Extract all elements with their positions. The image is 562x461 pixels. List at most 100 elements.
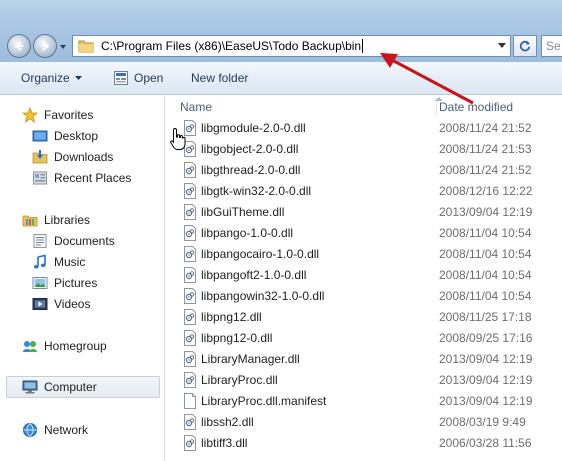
videos-icon [32, 298, 48, 310]
title-bar: C:\Program Files (x86)\EaseUS\Todo Backu… [0, 0, 562, 62]
nav-network[interactable]: Network [22, 420, 88, 440]
file-row[interactable]: libpango-1.0-0.dll 2008/11/04 10:54 [166, 223, 562, 244]
dll-file-icon [184, 435, 196, 451]
file-name: LibraryProc.dll.manifest [201, 394, 327, 408]
dll-file-icon [184, 267, 196, 283]
file-date-modified: 2008/11/25 17:18 [439, 310, 532, 324]
file-date-modified: 2008/12/16 12:22 [439, 184, 533, 198]
file-date-modified: 2008/11/04 10:54 [439, 289, 532, 303]
nav-libraries[interactable]: Libraries [22, 210, 90, 230]
dll-file-icon [184, 372, 196, 388]
file-name: libgobject-2.0-0.dll [201, 142, 299, 156]
file-row[interactable]: libpangocairo-1.0-0.dll 2008/11/04 10:54 [166, 244, 562, 265]
nav-libraries-label: Libraries [44, 213, 91, 227]
desktop-icon [32, 130, 48, 142]
file-row[interactable]: libssh2.dll 2008/03/19 9:49 [166, 412, 562, 433]
file-name: libgmodule-2.0-0.dll [201, 121, 306, 135]
nav-network-label: Network [44, 423, 89, 437]
navigation-pane: Favorites Desktop Downloads Recent Place… [0, 96, 165, 461]
file-row[interactable]: LibraryManager.dll 2013/09/04 12:19 [166, 349, 562, 370]
file-date-modified: 2008/11/04 10:54 [439, 268, 532, 282]
column-name-label: Name [180, 100, 213, 114]
nav-favorites-label: Favorites [44, 108, 94, 122]
file-name: libpangoft2-1.0-0.dll [201, 268, 307, 282]
back-button[interactable] [7, 34, 31, 58]
organize-label: Organize [21, 71, 70, 85]
dll-file-icon [184, 330, 196, 346]
recent-places-icon [33, 171, 47, 185]
column-header-date-modified[interactable]: Date modified [439, 96, 513, 118]
libraries-icon [22, 215, 38, 227]
nav-item-pictures[interactable]: Pictures [32, 273, 97, 293]
nav-item-recent-places[interactable]: Recent Places [32, 168, 131, 188]
nav-computer-label: Computer [44, 380, 97, 394]
column-date-modified-label: Date modified [439, 100, 514, 114]
file-name: LibraryManager.dll [201, 352, 300, 366]
nav-item-documents[interactable]: Documents [32, 231, 115, 251]
downloads-folder-icon [32, 150, 48, 164]
file-date-modified: 2013/09/04 12:19 [439, 352, 533, 366]
refresh-button[interactable] [513, 35, 537, 57]
file-name: libgtk-win32-2.0-0.dll [201, 184, 312, 198]
file-name: libpangowin32-1.0-0.dll [201, 289, 325, 303]
nav-item-videos-label: Videos [54, 297, 91, 311]
file-date-modified: 2008/11/24 21:52 [439, 163, 532, 177]
recent-pages-dropdown-icon[interactable] [58, 42, 68, 52]
file-row[interactable]: libgtk-win32-2.0-0.dll 2008/12/16 12:22 [166, 181, 562, 202]
address-bar[interactable]: C:\Program Files (x86)\EaseUS\Todo Backu… [72, 35, 511, 57]
address-path[interactable]: C:\Program Files (x86)\EaseUS\Todo Backu… [101, 39, 361, 53]
nav-item-videos[interactable]: Videos [32, 294, 90, 314]
text-caret [362, 39, 364, 53]
organize-button[interactable]: Organize [21, 71, 82, 85]
file-name: libpango-1.0-0.dll [201, 226, 294, 240]
open-button[interactable]: Open [113, 70, 163, 86]
nav-item-desktop[interactable]: Desktop [32, 126, 98, 146]
dll-file-icon [184, 309, 196, 325]
file-date-modified: 2008/11/04 10:54 [439, 226, 532, 240]
network-icon [23, 423, 37, 437]
file-name: libssh2.dll [201, 415, 254, 429]
file-row[interactable]: libpng12-0.dll 2008/09/25 17:16 [166, 328, 562, 349]
computer-icon [22, 380, 38, 394]
forward-button[interactable] [33, 34, 57, 58]
file-row[interactable]: libgthread-2.0-0.dll 2008/11/24 21:52 [166, 160, 562, 181]
nav-homegroup[interactable]: Homegroup [22, 336, 107, 356]
music-note-icon [33, 254, 46, 269]
file-row[interactable]: libgobject-2.0-0.dll 2008/11/24 21:53 [166, 139, 562, 160]
nav-computer[interactable]: Computer [22, 377, 97, 397]
address-dropdown-icon[interactable] [498, 43, 506, 49]
file-row[interactable]: libtiff3.dll 2006/03/28 11:56 [166, 433, 562, 454]
search-box[interactable]: Se [541, 35, 562, 57]
file-row[interactable]: LibraryProc.dll.manifest 2013/09/04 12:19 [166, 391, 562, 412]
column-header-name[interactable]: Name [180, 96, 212, 118]
file-date-modified: 2008/03/19 9:49 [439, 415, 526, 429]
file-name: LibraryProc.dll [201, 373, 278, 387]
pictures-icon [32, 277, 48, 289]
file-row[interactable]: libpangowin32-1.0-0.dll 2008/11/04 10:54 [166, 286, 562, 307]
file-row[interactable]: libGuiTheme.dll 2013/09/04 12:19 [166, 202, 562, 223]
folder-icon [78, 40, 94, 53]
file-row[interactable]: libpng12.dll 2008/11/25 17:18 [166, 307, 562, 328]
file-date-modified: 2008/11/24 21:52 [439, 121, 532, 135]
dll-file-icon [184, 351, 196, 367]
file-date-modified: 2008/11/24 21:53 [439, 142, 532, 156]
nav-homegroup-label: Homegroup [44, 339, 107, 353]
forward-arrow-icon [41, 41, 50, 51]
dll-file-icon [184, 225, 196, 241]
file-row[interactable]: libgmodule-2.0-0.dll 2008/11/24 21:52 [166, 118, 562, 139]
nav-favorites[interactable]: Favorites [22, 105, 93, 125]
open-file-icon [114, 71, 128, 85]
homegroup-icon [23, 341, 37, 352]
nav-item-downloads[interactable]: Downloads [32, 147, 113, 167]
nav-item-recent-places-label: Recent Places [54, 171, 132, 185]
nav-item-desktop-label: Desktop [54, 129, 99, 143]
file-date-modified: 2006/03/28 11:56 [439, 436, 532, 450]
star-icon [22, 107, 38, 123]
file-date-modified: 2013/09/04 12:19 [439, 394, 533, 408]
file-row[interactable]: LibraryProc.dll 2013/09/04 12:19 [166, 370, 562, 391]
nav-item-music[interactable]: Music [32, 252, 85, 272]
file-row[interactable]: libpangoft2-1.0-0.dll 2008/11/04 10:54 [166, 265, 562, 286]
new-folder-button[interactable]: New folder [191, 71, 248, 85]
blank-file-icon [184, 393, 196, 409]
file-name: libpng12.dll [201, 310, 262, 324]
